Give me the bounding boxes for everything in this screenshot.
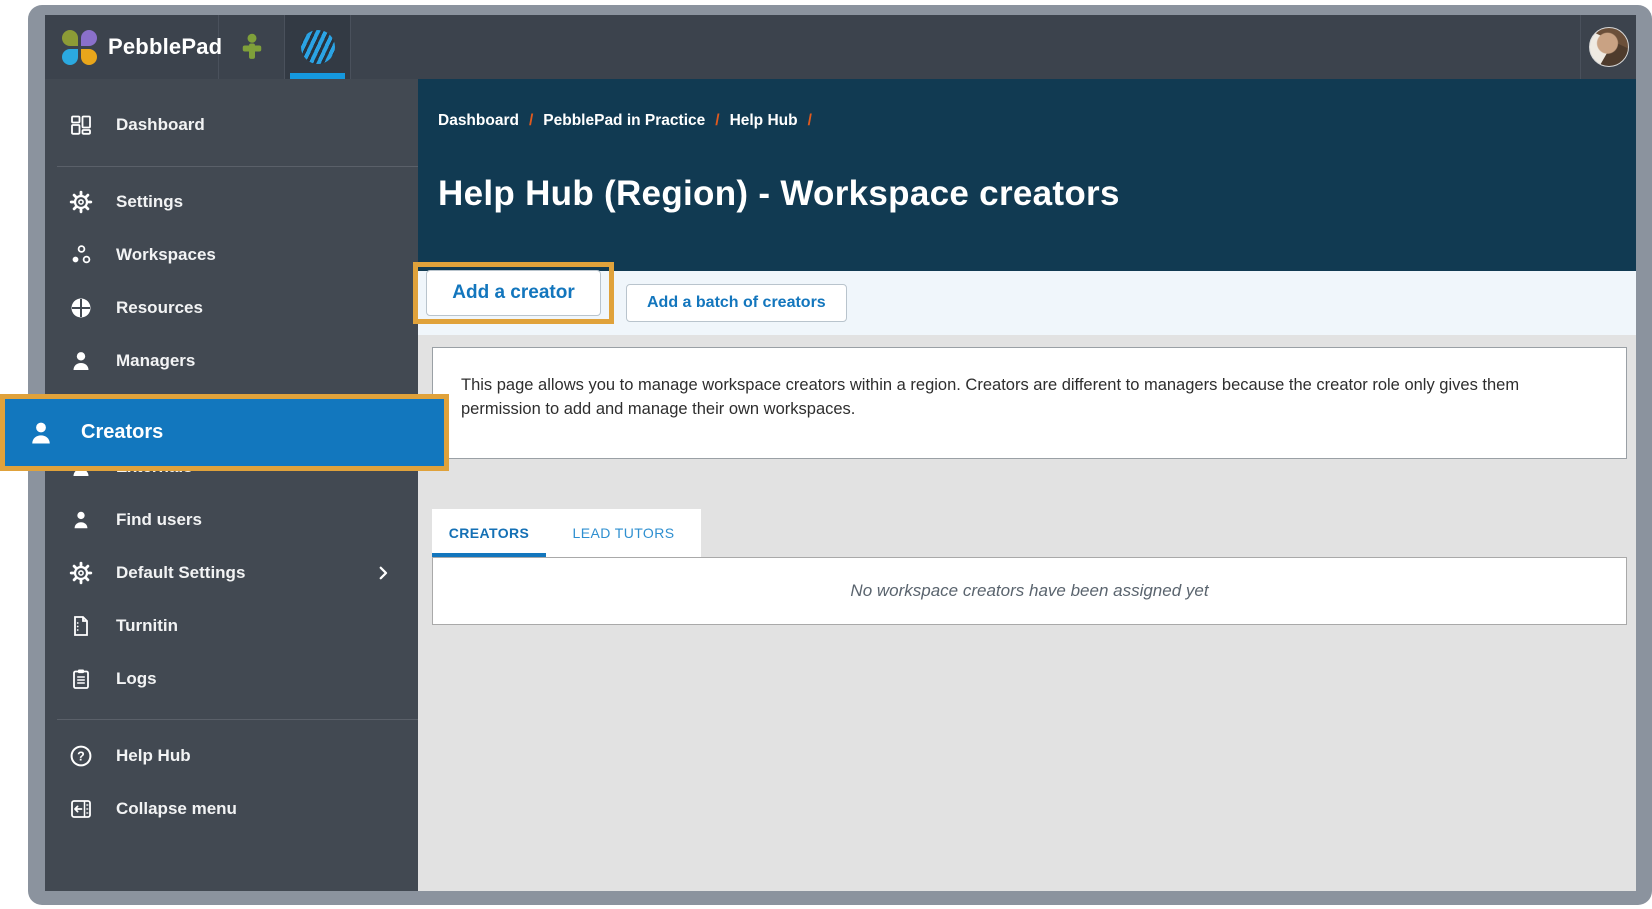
sidebar-divider [57,719,418,720]
add-batch-of-creators-button[interactable]: Add a batch of creators [626,284,847,322]
resources-icon [67,296,94,320]
sidebar-item-workspaces[interactable]: Workspaces [45,228,418,281]
pebblepad-logo[interactable]: PebblePad [45,15,223,79]
collapse-menu-icon [67,797,94,821]
breadcrumb-pebblepad-in-practice[interactable]: PebblePad in Practice [543,112,705,130]
person-icon [26,419,56,447]
sidebar-item-label: Collapse menu [116,798,237,818]
pebblepad-logo-icon [62,29,97,65]
sidebar-item-settings[interactable]: Settings [45,175,418,228]
sidebar-item-default-settings[interactable]: Default Settings [45,546,418,599]
chevron-right-icon [374,564,392,582]
actions-row: Add a creator Add a batch of creators [413,262,1636,335]
person-icon [67,508,94,532]
sidebar-item-label: Settings [116,191,184,211]
sidebar-item-managers[interactable]: Managers [45,334,418,387]
topbar-tab-region[interactable] [285,15,351,79]
sidebar-item-label: Find users [116,509,202,529]
sidebar-item-label: Resources [116,297,203,317]
breadcrumb-separator: / [807,112,812,129]
dashboard-icon [67,113,94,137]
main-area: Dashboard / PebblePad in Practice / Help… [413,79,1636,891]
info-text: This page allows you to manage workspace… [461,376,1520,418]
person-plus-icon [237,32,267,62]
person-icon [67,349,94,373]
breadcrumb-help-hub[interactable]: Help Hub [730,112,798,130]
tab-creators[interactable]: CREATORS [432,509,546,557]
page-title: Help Hub (Region) - Workspace creators [438,174,1120,213]
add-creator-button[interactable]: Add a creator [426,270,601,316]
content-area: This page allows you to manage workspace… [418,335,1636,891]
tab-lead-tutors[interactable]: LEAD TUTORS [546,509,701,557]
sidebar-item-label: Creators [81,421,164,443]
topbar-tab-atlas[interactable] [219,15,285,79]
page-header: Dashboard / PebblePad in Practice / Help… [418,79,1636,271]
breadcrumb: Dashboard / PebblePad in Practice / Help… [438,112,1636,130]
gear-icon [67,561,94,585]
sidebar-item-label: Logs [116,668,157,688]
breadcrumb-separator: / [528,112,534,129]
topbar: PebblePad [45,15,1636,79]
help-circle-icon: ? [67,744,94,768]
sidebar-item-label: Default Settings [116,562,246,582]
screenshot-root: PebblePad Dashboard Settings Workspaces … [0,0,1652,909]
sidebar-item-find-users[interactable]: Find users [45,493,418,546]
sidebar-item-logs[interactable]: Logs [45,652,418,705]
sidebar-item-label: Turnitin [116,615,178,635]
sidebar-item-turnitin[interactable]: Turnitin [45,599,418,652]
striped-globe-icon [300,30,335,64]
app-body: Dashboard Settings Workspaces Resources … [45,79,1636,891]
sidebar-item-help-hub[interactable]: ? Help Hub [45,729,418,782]
sidebar-item-dashboard[interactable]: Dashboard [45,98,418,151]
user-avatar[interactable] [1588,27,1629,67]
breadcrumb-dashboard[interactable]: Dashboard [438,112,519,130]
sidebar-item-label: Workspaces [116,244,216,264]
gear-icon [67,190,94,214]
user-menu[interactable] [1580,15,1636,79]
sidebar-item-resources[interactable]: Resources [45,281,418,334]
workspaces-icon [67,243,94,267]
active-tab-underline [290,73,345,79]
document-icon [67,614,94,638]
creators-list-panel: No workspace creators have been assigned… [432,557,1627,625]
sidebar-item-collapse-menu[interactable]: Collapse menu [45,782,418,835]
sidebar-item-label: Help Hub [116,745,191,765]
question-glyph: ? [77,749,85,763]
sidebar: Dashboard Settings Workspaces Resources … [45,79,418,891]
add-creator-highlight-box: Add a creator [413,262,614,324]
sidebar-item-creators[interactable]: Creators [0,394,449,471]
sidebar-divider [57,166,418,167]
sidebar-item-label: Managers [116,350,196,370]
sidebar-item-label: Dashboard [116,114,205,134]
empty-state-message: No workspace creators have been assigned… [850,581,1209,600]
tabstrip: CREATORS LEAD TUTORS [432,509,701,557]
breadcrumb-separator: / [715,112,720,129]
info-panel: This page allows you to manage workspace… [432,347,1627,459]
clipboard-icon [67,667,94,691]
logo-text: PebblePad [108,34,223,59]
